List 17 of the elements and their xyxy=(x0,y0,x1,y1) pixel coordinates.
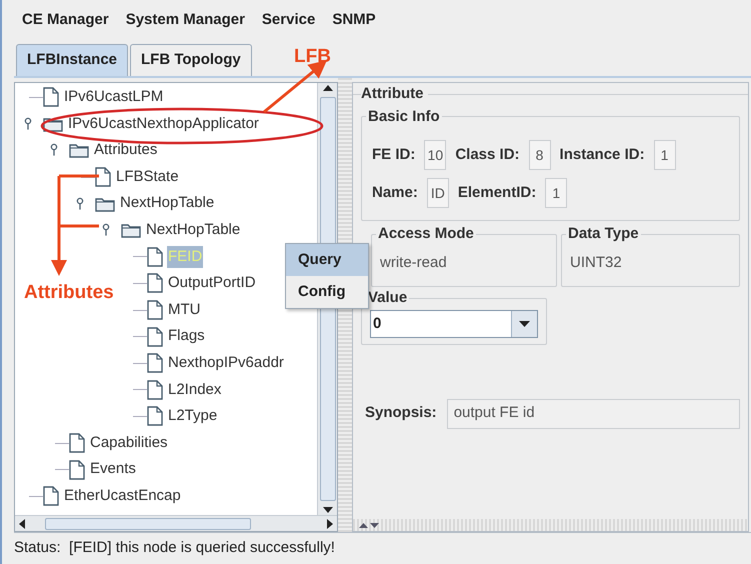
group-title: Value xyxy=(367,288,408,308)
dropdown-value: 0 xyxy=(372,314,382,334)
group-title: Data Type xyxy=(567,224,640,244)
group-title: Attribute xyxy=(361,84,424,104)
field-label: Name: xyxy=(372,182,418,203)
annotation-label: LFB xyxy=(294,45,331,69)
data-type-value: UINT32 xyxy=(570,252,623,272)
field-label: ElementID: xyxy=(458,182,536,203)
field-label: Class ID: xyxy=(455,144,520,165)
annotation-label: Attributes xyxy=(24,281,114,305)
field-label: Synopsis: xyxy=(365,403,437,424)
field-label: Instance ID: xyxy=(560,144,645,165)
status-text: Status: [FEID] this node is queried successfully! xyxy=(14,538,335,558)
field-label: FE ID: xyxy=(372,144,416,165)
group-title: Basic Info xyxy=(367,106,441,126)
access-mode-value: write-read xyxy=(380,252,448,272)
group-title: Access Mode xyxy=(377,224,475,244)
